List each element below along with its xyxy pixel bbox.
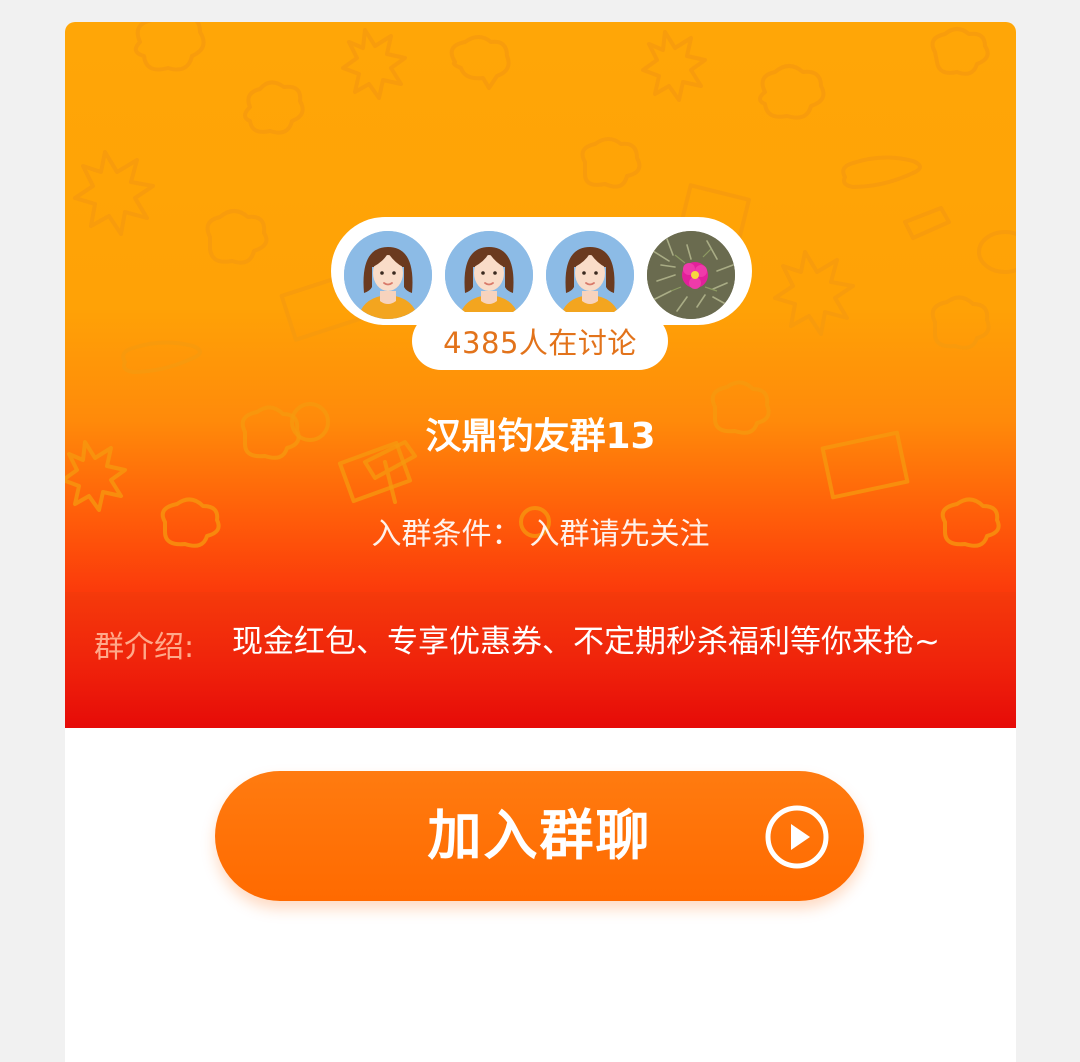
join-condition-value: 入群请先关注 (529, 517, 710, 552)
female-avatar-icon (344, 231, 432, 319)
group-intro-label: 群介绍: (94, 630, 195, 665)
member-count-badge: 4385人在讨论 (412, 312, 668, 370)
join-group-button[interactable]: 加入群聊 (215, 771, 864, 901)
female-avatar-icon (445, 231, 533, 319)
join-condition-label: 入群条件： (371, 517, 522, 552)
group-intro-text: 现金红包、专享优惠券、不定期秒杀福利等你来抢~ (232, 624, 940, 660)
group-name: 汉鼎钓友群13 (425, 416, 656, 457)
female-avatar-icon (546, 231, 634, 319)
flower-photo-avatar (647, 231, 735, 319)
play-circle-icon (765, 805, 829, 869)
join-condition: 入群条件： 入群请先关注 (65, 509, 1016, 553)
member-count-text: 4385人在讨论 (443, 326, 637, 360)
group-card: 4385人在讨论 汉鼎钓友群13 入群条件： 入群请先关注 群介绍: 现金红包、专… (65, 22, 1016, 1062)
member-avatars (331, 217, 752, 325)
